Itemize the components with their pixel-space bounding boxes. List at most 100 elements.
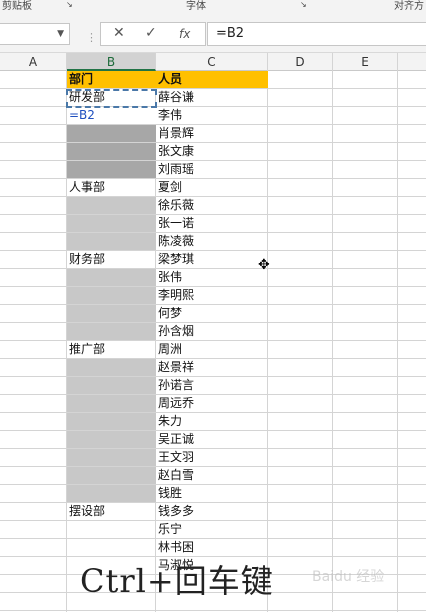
cell-c[interactable]: 张伟 (156, 269, 268, 286)
cell-b[interactable] (67, 233, 156, 250)
dialog-launcher-icon[interactable]: ↘ (300, 0, 307, 9)
table-row: 孙诺言 (0, 377, 426, 395)
cell-b[interactable]: 推广部 (67, 341, 156, 358)
cell-c[interactable]: 肖景辉 (156, 125, 268, 142)
table-row: 张一诺 (0, 215, 426, 233)
ribbon-label-clipboard: 剪贴板 (2, 1, 32, 12)
cell-c[interactable]: 周洲 (156, 341, 268, 358)
table-row: 钱胜 (0, 485, 426, 503)
cell-b[interactable] (67, 215, 156, 232)
cell-b[interactable]: 财务部 (67, 251, 156, 268)
cell-b[interactable] (67, 467, 156, 484)
cell-c[interactable]: 梁梦琪 (156, 251, 268, 268)
cell-c1[interactable]: 人员 (156, 71, 268, 88)
cell-b[interactable] (67, 323, 156, 340)
cell-c[interactable]: 张文康 (156, 143, 268, 160)
cell-c[interactable]: 张一诺 (156, 215, 268, 232)
table-row: 吴正诚 (0, 431, 426, 449)
cell-b[interactable] (67, 485, 156, 502)
table-row: 李明熙 (0, 287, 426, 305)
table-row: 人事部 夏剑 (0, 179, 426, 197)
cell-b[interactable] (67, 539, 156, 556)
table-row: =B2 李伟 (0, 107, 426, 125)
ribbon-label-font: 字体 (186, 1, 206, 12)
table-row: 乐宁 (0, 521, 426, 539)
cell-b[interactable] (67, 305, 156, 322)
cell-b[interactable] (67, 395, 156, 412)
caption-overlay: Ctrl+回车键 (80, 562, 274, 600)
formula-buttons: ✕ ✓ fx (100, 22, 206, 46)
cell-c[interactable]: 徐乐薇 (156, 197, 268, 214)
cell-c[interactable]: 林书困 (156, 539, 268, 556)
table-row: 赵白雪 (0, 467, 426, 485)
cell-b[interactable] (67, 269, 156, 286)
chevron-down-icon[interactable]: ▼ (57, 29, 64, 39)
table-row: 刘雨瑶 (0, 161, 426, 179)
cell-b[interactable] (67, 377, 156, 394)
cell-c[interactable]: 钱胜 (156, 485, 268, 502)
cell-c[interactable]: 朱力 (156, 413, 268, 430)
cell-c[interactable]: 赵景祥 (156, 359, 268, 376)
table-row: 张伟 (0, 269, 426, 287)
table-row: 摆设部 钱多多 (0, 503, 426, 521)
cell-b1[interactable]: 部门 (67, 71, 156, 88)
cell-c[interactable]: 周远乔 (156, 395, 268, 412)
table-row: 何梦 (0, 305, 426, 323)
column-header-c[interactable]: C (156, 53, 268, 71)
cell-b[interactable]: 人事部 (67, 179, 156, 196)
table-row: 研发部 薛谷谦 (0, 89, 426, 107)
cell-b[interactable] (67, 521, 156, 538)
column-header-e[interactable]: E (333, 53, 398, 71)
table-row: 徐乐薇 (0, 197, 426, 215)
cell-c[interactable]: 孙含烟 (156, 323, 268, 340)
cell-c[interactable]: 王文羽 (156, 449, 268, 466)
cell-b[interactable]: 摆设部 (67, 503, 156, 520)
cell-b[interactable] (67, 125, 156, 142)
cell-b[interactable]: =B2 (67, 107, 156, 124)
formula-bar: ▼ ⋮ ✕ ✓ fx =B2 (0, 14, 426, 52)
cell-b[interactable] (67, 413, 156, 430)
table-row: 周远乔 (0, 395, 426, 413)
dialog-launcher-icon[interactable]: ↘ (66, 0, 73, 9)
cell-b[interactable]: 研发部 (67, 89, 156, 106)
enter-icon[interactable]: ✓ (145, 25, 157, 41)
cell-c[interactable]: 李明熙 (156, 287, 268, 304)
formula-bar-grip-icon: ⋮ (86, 31, 97, 44)
column-header-d[interactable]: D (268, 53, 333, 71)
table-row: 孙含烟 (0, 323, 426, 341)
cell-c[interactable]: 孙诺言 (156, 377, 268, 394)
cell-c[interactable]: 乐宁 (156, 521, 268, 538)
table-row: 推广部 周洲 (0, 341, 426, 359)
cell-c[interactable]: 钱多多 (156, 503, 268, 520)
cancel-icon[interactable]: ✕ (113, 25, 125, 41)
cell-b[interactable] (67, 161, 156, 178)
cell-b[interactable] (67, 143, 156, 160)
formula-input[interactable]: =B2 (207, 22, 426, 46)
cell-c[interactable]: 刘雨瑶 (156, 161, 268, 178)
table-row: 陈凌薇 (0, 233, 426, 251)
insert-function-icon[interactable]: fx (179, 27, 190, 41)
cell-c[interactable]: 夏剑 (156, 179, 268, 196)
worksheet-grid[interactable]: 部门 人员 研发部 薛谷谦 =B2 李伟 肖景辉 张文康 刘雨瑶 人事部 夏剑 徐乐薇 张一诺 陈凌薇… (0, 71, 426, 612)
table-row: 朱力 (0, 413, 426, 431)
cell-c[interactable]: 吴正诚 (156, 431, 268, 448)
cell-c[interactable]: 赵白雪 (156, 467, 268, 484)
column-headers: A B C D E (0, 52, 426, 71)
cell-b[interactable] (67, 449, 156, 466)
cell-c[interactable]: 李伟 (156, 107, 268, 124)
cell-c[interactable]: 何梦 (156, 305, 268, 322)
cell-c[interactable]: 薛谷谦 (156, 89, 268, 106)
cell-b[interactable] (67, 287, 156, 304)
cell-b[interactable] (67, 431, 156, 448)
cell-c[interactable]: 陈凌薇 (156, 233, 268, 250)
table-row: 林书困 (0, 539, 426, 557)
column-header-b[interactable]: B (67, 53, 156, 71)
table-row: 肖景辉 (0, 125, 426, 143)
column-header-a[interactable]: A (0, 53, 67, 71)
name-box[interactable]: ▼ (0, 23, 70, 45)
cross-cursor-icon: ✥ (258, 257, 270, 273)
header-row: 部门 人员 (0, 71, 426, 89)
cell-b[interactable] (67, 359, 156, 376)
cell-b[interactable] (67, 197, 156, 214)
table-row: 财务部 梁梦琪 (0, 251, 426, 269)
